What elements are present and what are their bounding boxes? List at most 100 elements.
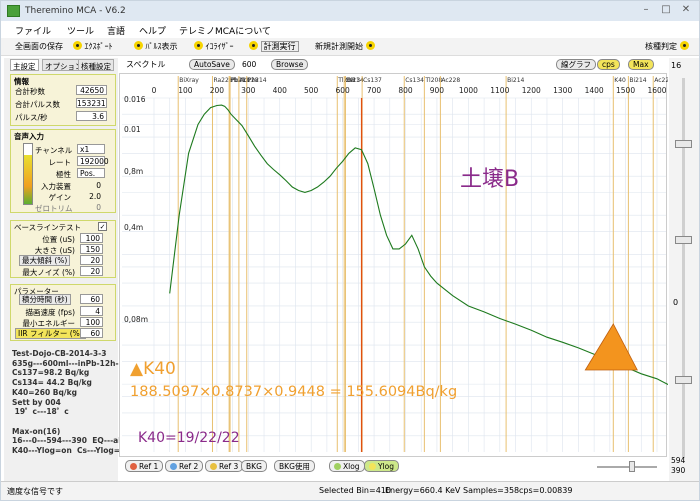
- x-tick-label: 1400: [585, 86, 604, 95]
- channel-label: チャンネル: [35, 146, 73, 155]
- plot-header: スペクトル AutoSave 600 Browse 線グラフ cps Max: [123, 59, 668, 72]
- rate-label: レート: [48, 158, 72, 167]
- ref2-dot-icon: [170, 463, 177, 470]
- app-window: Theremino MCA - V6.2 – □ ✕ ファイル ツール 言語 ヘ…: [0, 0, 700, 501]
- rate-select[interactable]: 192000: [77, 156, 109, 166]
- autosave-value[interactable]: 600: [242, 60, 256, 69]
- draw-speed-value[interactable]: 4: [80, 306, 103, 316]
- xlog-label: Xlog: [343, 462, 360, 471]
- maximize-icon[interactable]: □: [659, 4, 673, 17]
- radiation-icon: [73, 41, 82, 50]
- status-selected-bin: Selected Bin=410: [319, 486, 391, 495]
- spectrum-curve: [169, 104, 673, 388]
- run-measure-button[interactable]: 計測実行: [249, 41, 299, 52]
- k40-peak-marker: [584, 323, 638, 371]
- audio-input-title: 音声入力: [14, 132, 44, 141]
- ref3-button[interactable]: Ref 3: [205, 460, 244, 472]
- baseline-checkbox[interactable]: ✓: [98, 222, 107, 231]
- horizontal-slider-thumb[interactable]: [629, 461, 635, 472]
- zero-trim-value[interactable]: 0: [89, 203, 101, 212]
- menu-language[interactable]: 言語: [107, 24, 125, 37]
- ref3-dot-icon: [210, 463, 217, 470]
- bkg-use-button[interactable]: BKG使用: [274, 460, 315, 472]
- x-tick-label: 100: [178, 86, 193, 95]
- isotope-label: K40: [614, 77, 626, 84]
- isotope-label: Cs137: [363, 77, 382, 84]
- position-label: 位置 (uS): [42, 235, 75, 244]
- draw-speed-label: 描画速度 (fps): [25, 308, 75, 317]
- x-tick-label: 1500: [616, 86, 635, 95]
- menu-about[interactable]: テレミノMCAについて: [179, 24, 271, 37]
- close-icon[interactable]: ✕: [679, 4, 693, 17]
- input-device-label: 入力装置: [41, 182, 71, 191]
- polarity-select[interactable]: Pos.: [77, 168, 105, 178]
- polarity-label: 極性: [56, 170, 71, 179]
- equalizer-button[interactable]: ｲｺﾗｲｻﾞｰ: [194, 41, 234, 52]
- status-signal: 適度な信号です: [7, 487, 63, 496]
- pulses-per-sec-label: パルス/秒: [15, 113, 48, 122]
- xlog-button[interactable]: Xlog: [329, 460, 365, 472]
- spectrum-plot[interactable]: BiXray Ra226 Pb212 Pb214 Ac228 Pb214 Tl208 Bi21…: [119, 73, 673, 457]
- cps-button[interactable]: cps: [597, 59, 620, 70]
- tab-nuclide-settings[interactable]: 核種設定: [78, 59, 114, 71]
- x-tick-label: 800: [398, 86, 413, 95]
- autosave-button[interactable]: AutoSave: [189, 59, 235, 70]
- min-energy-value[interactable]: 100: [80, 317, 103, 327]
- integration-time-button[interactable]: 積分時間 (秒): [19, 294, 71, 305]
- ref2-button[interactable]: Ref 2: [165, 460, 204, 472]
- slider-thumb-middle[interactable]: [675, 236, 692, 244]
- ylog-button[interactable]: Ylog: [364, 460, 400, 472]
- ref1-label: Ref 1: [139, 462, 159, 471]
- run-measure-label: 計測実行: [260, 41, 299, 52]
- right-top-value: 16: [671, 61, 682, 70]
- nuclide-id-button[interactable]: 核種判定: [645, 41, 689, 52]
- right-594-value: 594: [671, 456, 686, 465]
- integration-time-value[interactable]: 60: [80, 294, 103, 304]
- channel-select[interactable]: x1: [77, 144, 105, 154]
- minimize-icon[interactable]: –: [639, 4, 653, 17]
- bkg-button[interactable]: BKG: [241, 460, 267, 472]
- max-slope-button[interactable]: 最大傾斜 (%): [19, 255, 71, 266]
- menu-bar: ファイル ツール 言語 ヘルプ テレミノMCAについて: [1, 21, 699, 38]
- x-tick-label: 1300: [553, 86, 572, 95]
- max-button[interactable]: Max: [628, 59, 654, 70]
- total-pulses-value: 153231: [76, 98, 107, 108]
- size-value[interactable]: 150: [80, 244, 103, 254]
- iir-filter-button[interactable]: IIR フィルター (%): [15, 328, 86, 339]
- right-slider-panel: 16 0 594 390: [669, 58, 699, 481]
- new-measure-button[interactable]: 新規計測開始: [315, 41, 375, 52]
- isotope-label: Bi214: [629, 77, 646, 84]
- line-graph-button[interactable]: 線グラフ: [556, 59, 596, 70]
- browse-button[interactable]: Browse: [271, 59, 309, 70]
- menu-tools[interactable]: ツール: [67, 24, 94, 37]
- x-tick-label: 700: [367, 86, 382, 95]
- total-pulses-label: 合計パルス数: [15, 100, 60, 109]
- save-all-button[interactable]: 全画面の保存: [15, 41, 63, 52]
- k40-annotation-formula: 188.5097×0.8737×0.9448 = 155.6094Bq/kg: [130, 384, 457, 400]
- k40-annotation-title: ▲K40: [130, 359, 176, 379]
- max-noise-value[interactable]: 20: [80, 266, 103, 276]
- status-samples: Samples=358: [463, 486, 520, 495]
- ref1-button[interactable]: Ref 1: [125, 460, 164, 472]
- gain-value[interactable]: 2.0: [85, 192, 101, 201]
- x-tick-label: 0: [152, 86, 157, 95]
- pulse-display-button[interactable]: ﾊﾟﾙｽ表示: [134, 41, 178, 52]
- position-value[interactable]: 100: [80, 233, 103, 243]
- pulse-display-label: ﾊﾟﾙｽ表示: [145, 42, 178, 51]
- slider-thumb-lower[interactable]: [675, 376, 692, 384]
- radiation-icon: [194, 41, 203, 50]
- x-tick-label: 200: [210, 86, 225, 95]
- export-button[interactable]: ｴｸｽﾎﾟｰﾄ: [73, 41, 113, 52]
- menu-help[interactable]: ヘルプ: [139, 24, 166, 37]
- total-seconds-label: 合計秒数: [15, 87, 45, 96]
- ref1-dot-icon: [130, 463, 137, 470]
- spectrum-chart: BiXray Ra226Pb212Pb214Ac228Pb214 Tl208Bi21…: [122, 76, 673, 452]
- tab-main-settings[interactable]: 主設定: [10, 59, 39, 71]
- toolbar: 全画面の保存 ｴｸｽﾎﾟｰﾄ ﾊﾟﾙｽ表示 ｲｺﾗｲｻﾞｰ 計測実行 新規計測開…: [1, 38, 699, 56]
- iir-filter-value[interactable]: 60: [80, 328, 103, 338]
- x-tick-label: 600: [335, 86, 350, 95]
- menu-file[interactable]: ファイル: [15, 24, 51, 37]
- slider-thumb-upper[interactable]: [675, 140, 692, 148]
- input-device-value[interactable]: 0: [89, 181, 101, 190]
- max-slope-value[interactable]: 20: [80, 255, 103, 265]
